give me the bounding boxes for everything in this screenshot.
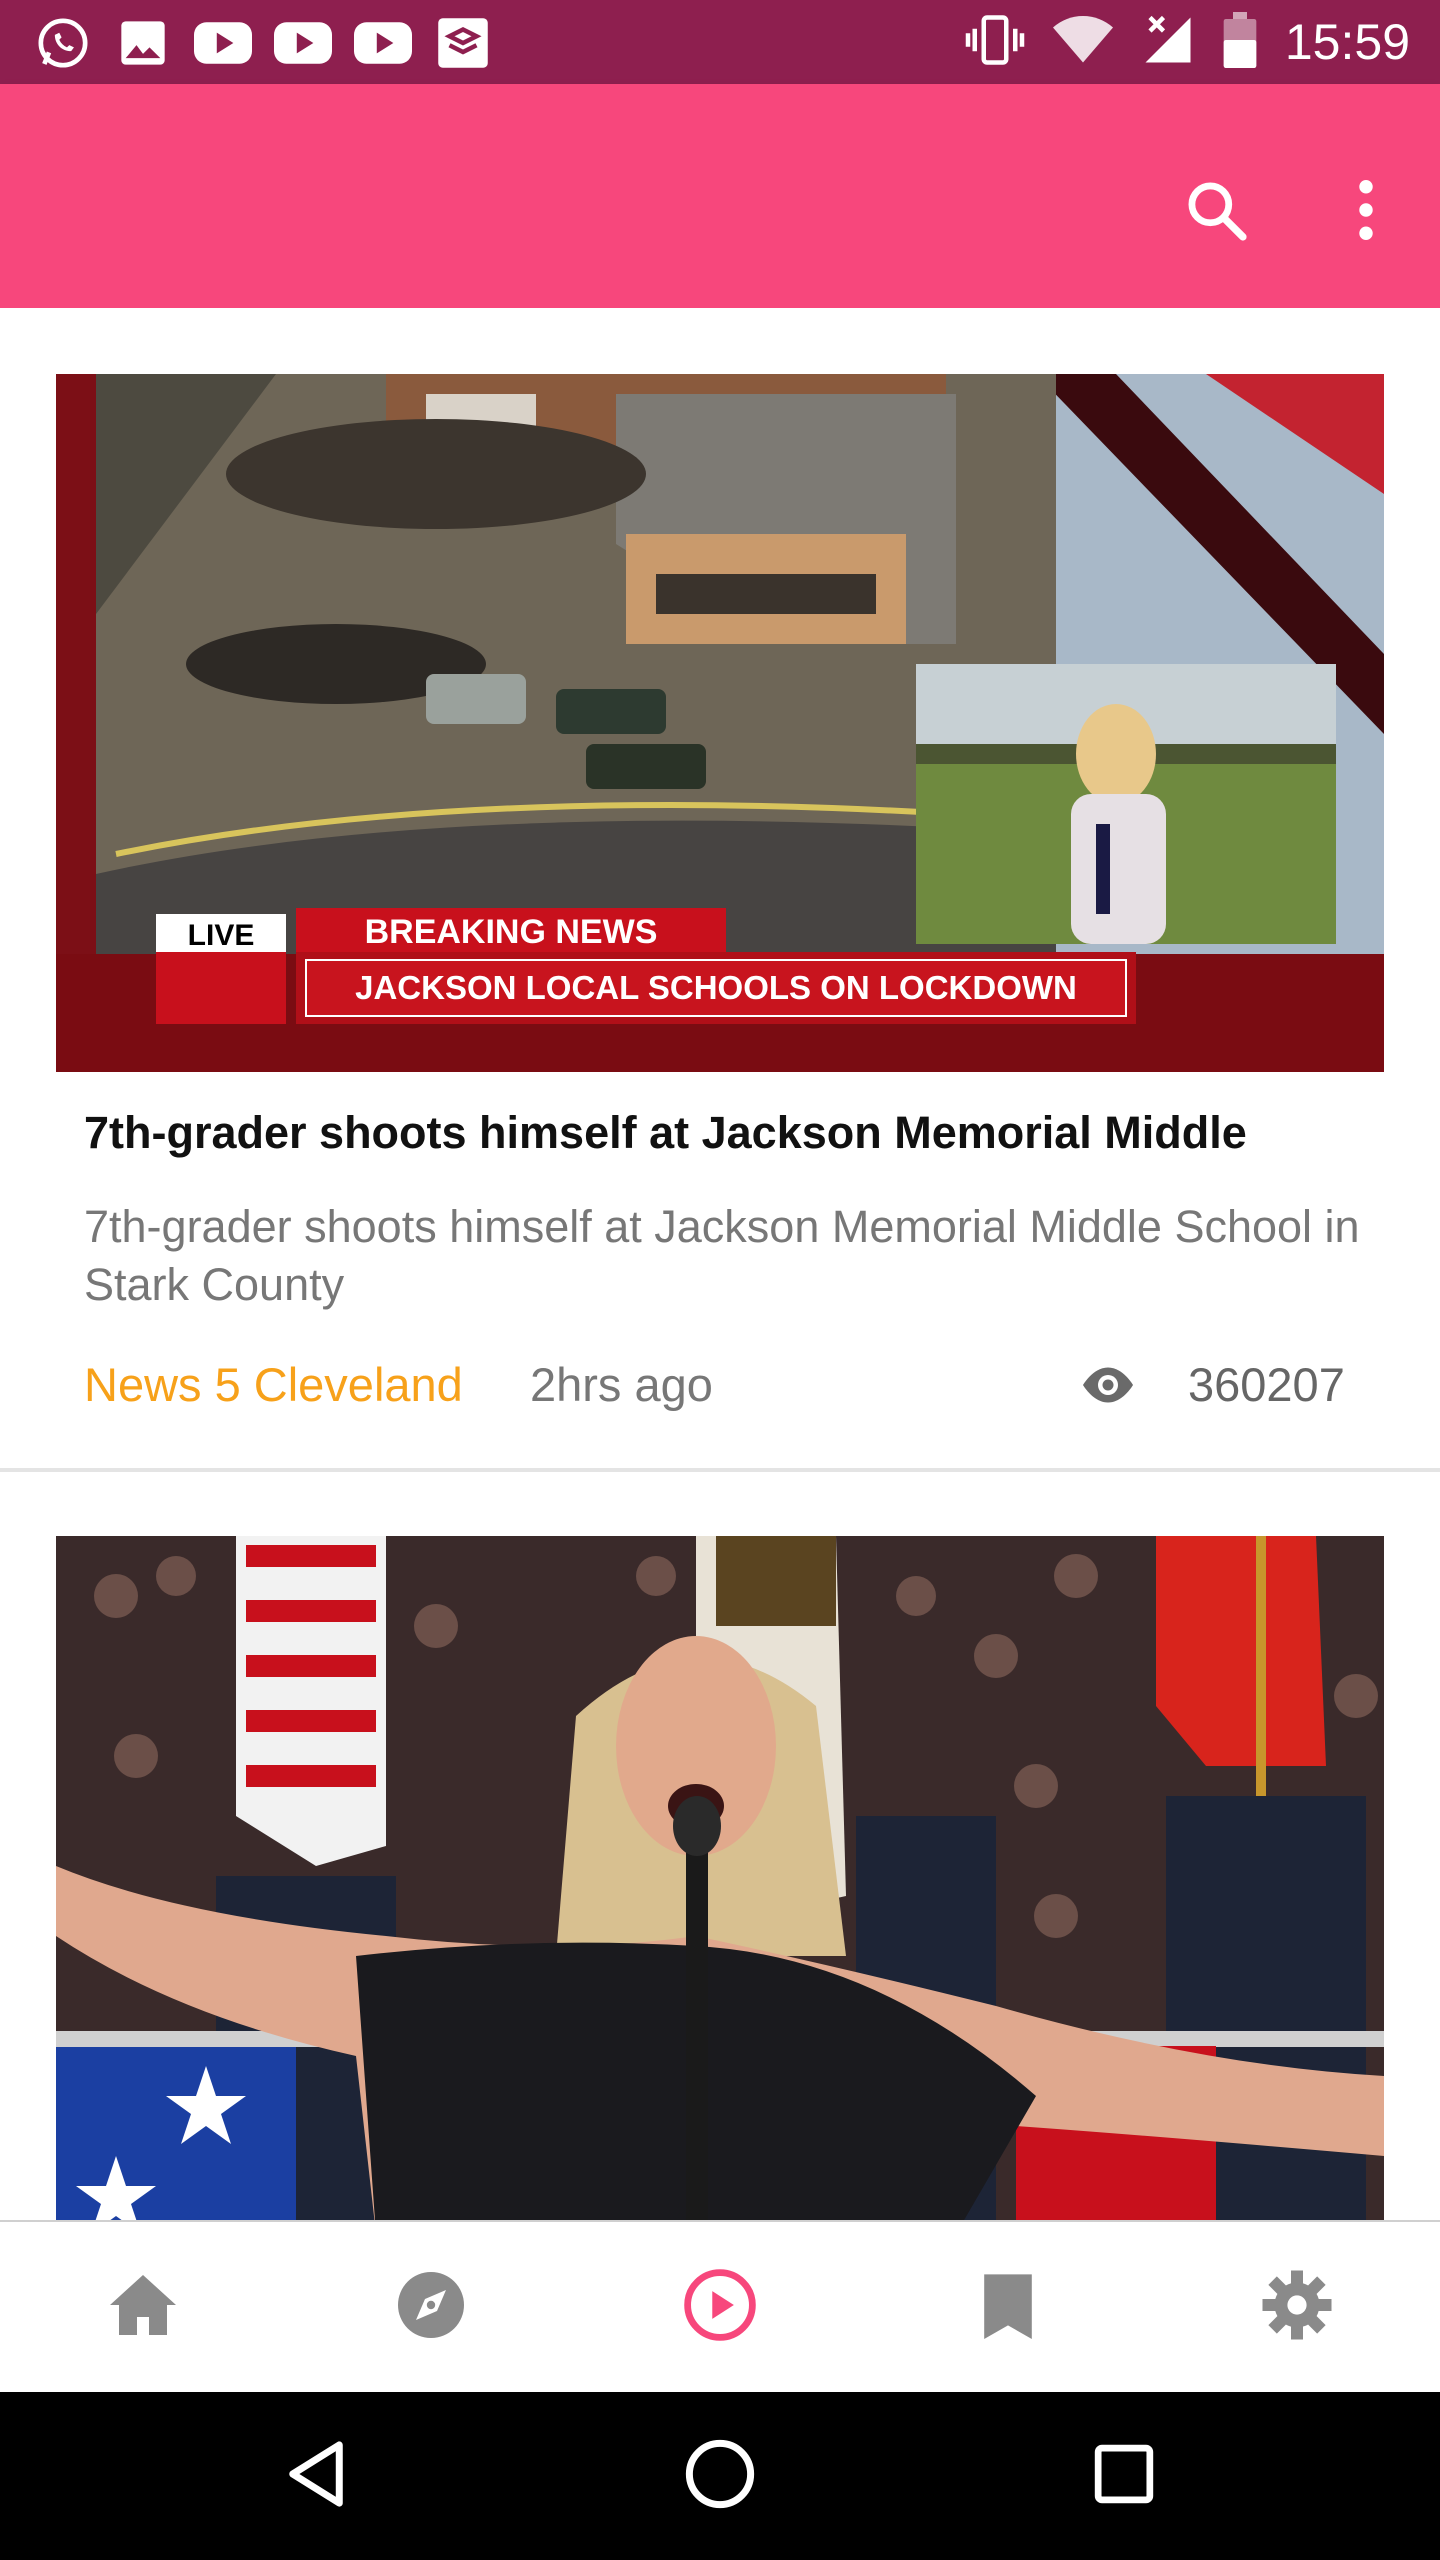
app-icon [434,14,492,72]
back-icon [284,2439,348,2514]
ticker-text: JACKSON LOCAL SCHOOLS ON LOCKDOWN [355,969,1077,1006]
nav-videos[interactable] [675,2262,765,2352]
live-label: LIVE [188,919,255,952]
news-source[interactable]: News 5 Cleveland [84,1350,463,1420]
recents-button[interactable] [1074,2426,1174,2526]
home-icon [107,2272,179,2343]
news-time: 2hrs ago [530,1358,713,1411]
views-eye-icon [1078,1362,1138,1408]
bottom-navigation [0,2220,1440,2392]
explore-icon [395,2269,467,2346]
nav-bookmarks[interactable] [963,2262,1053,2352]
news-card[interactable] [0,1476,1440,2220]
news-meta: News 5 Cleveland 2hrs ago 360207 [84,1350,1356,1420]
view-count: 360207 [1188,1358,1345,1411]
nav-home[interactable] [98,2262,188,2352]
wifi-icon [1052,13,1113,72]
news-description: 7th-grader shoots himself at Jackson Mem… [84,1201,1360,1310]
system-status: 15:59 [965,10,1410,74]
nav-explore[interactable] [386,2262,476,2352]
news-title[interactable]: 7th-grader shoots himself at Jackson Mem… [84,1104,1384,1162]
clock: 15:59 [1284,14,1410,70]
news-thumbnail[interactable] [56,1536,1384,2220]
recents-icon [1093,2443,1155,2510]
news-feed[interactable]: LIVE BREAKING NEWS JACKSON LOCAL SCHOOLS… [0,308,1440,2220]
battery-icon [1223,11,1257,73]
bookmark-icon [980,2271,1036,2344]
gallery-icon [114,14,172,72]
home-circle-icon [685,2439,755,2514]
more-vert-icon [1356,179,1376,246]
system-navigation-bar [0,2392,1440,2560]
breaking-news-label: BREAKING NEWS [365,913,658,951]
search-icon [1182,176,1250,249]
notification-icons [34,14,492,72]
signal-icon [1141,13,1195,72]
youtube-icon [274,14,332,72]
vibrate-icon [965,13,1025,72]
whatsapp-icon [34,14,92,72]
settings-icon [1261,2269,1333,2346]
search-button[interactable] [1176,172,1256,252]
more-options-button[interactable] [1326,172,1406,252]
news-thumbnail[interactable]: LIVE BREAKING NEWS JACKSON LOCAL SCHOOLS… [56,374,1384,1072]
app-bar [0,84,1440,308]
news-card[interactable]: LIVE BREAKING NEWS JACKSON LOCAL SCHOOLS… [0,308,1440,1472]
youtube-icon [194,14,252,72]
back-button[interactable] [266,2426,366,2526]
nav-settings[interactable] [1252,2262,1342,2352]
play-icon [683,2268,757,2347]
home-button[interactable] [670,2426,770,2526]
status-bar: 15:59 [0,0,1440,84]
youtube-icon [354,14,412,72]
